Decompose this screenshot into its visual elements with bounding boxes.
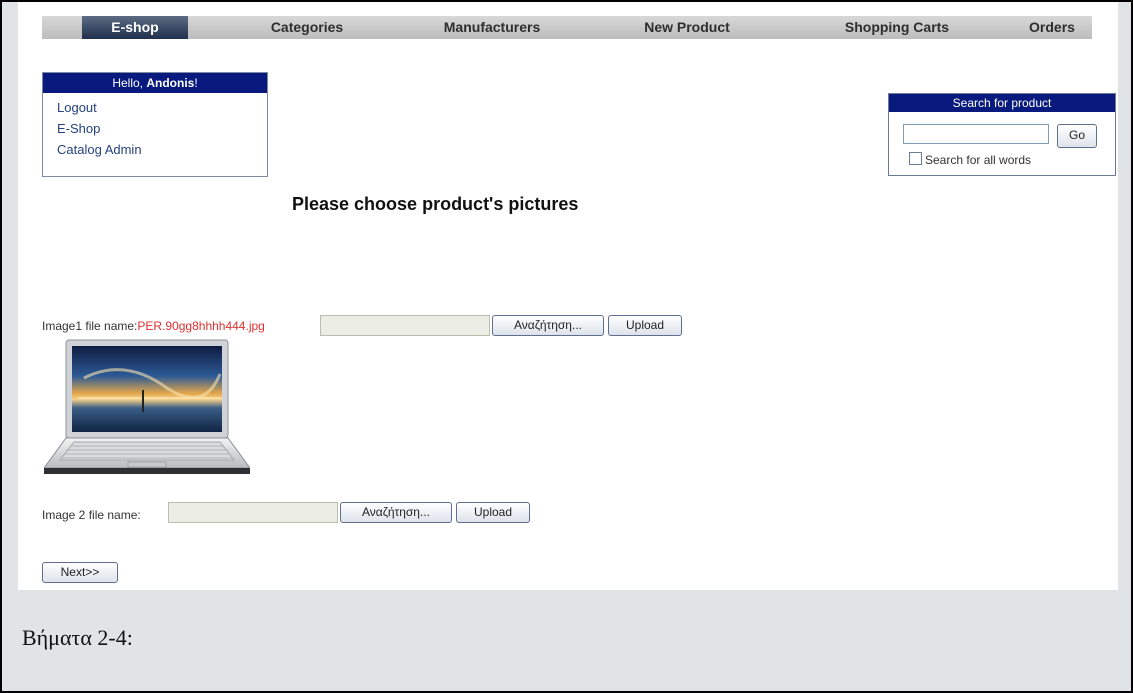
eshop-link[interactable]: E-Shop (57, 118, 267, 139)
search-all-words: Search for all words (909, 152, 1031, 167)
all-words-checkbox[interactable] (909, 152, 922, 165)
image2-file-input[interactable] (168, 502, 338, 523)
nav-item-categories[interactable]: Categories (252, 16, 362, 39)
user-greeting: Hello, Andonis! (43, 73, 267, 93)
page-title: Please choose product's pictures (292, 194, 579, 214)
image1-filename: PER.90gg8hhhh444.jpg (137, 319, 265, 333)
nav-item-new-product[interactable]: New Product (622, 16, 752, 39)
search-title: Search for product (889, 94, 1115, 112)
nav-item-manufacturers[interactable]: Manufacturers (417, 16, 567, 39)
next-button[interactable]: Next>> (42, 562, 118, 583)
nav-item-eshop[interactable]: E-shop (82, 16, 188, 39)
greeting-prefix: Hello, (112, 76, 147, 90)
search-input[interactable] (903, 124, 1049, 144)
nav-item-shopping-carts[interactable]: Shopping Carts (822, 16, 972, 39)
document-frame: E-shop Categories Manufacturers New Prod… (0, 0, 1133, 693)
image1-file-input[interactable] (320, 315, 490, 336)
top-navigation: E-shop Categories Manufacturers New Prod… (42, 16, 1092, 39)
image1-browse-button[interactable]: Αναζήτηση... (492, 315, 604, 336)
image1-upload-button[interactable]: Upload (608, 315, 682, 336)
image1-row: Image1 file name:PER.90gg8hhhh444.jpg (42, 319, 265, 333)
greeting-suffix: ! (194, 76, 198, 90)
image2-upload-button[interactable]: Upload (456, 502, 530, 523)
user-box: Hello, Andonis! Logout E-Shop Catalog Ad… (42, 72, 268, 177)
screenshot-area: E-shop Categories Manufacturers New Prod… (18, 2, 1118, 590)
logout-link[interactable]: Logout (57, 97, 267, 118)
image2-label: Image 2 file name: (42, 508, 141, 522)
user-name: Andonis (146, 76, 195, 90)
nav-item-orders[interactable]: Orders (1017, 16, 1087, 39)
user-links: Logout E-Shop Catalog Admin (43, 93, 267, 160)
image1-label: Image1 file name: (42, 319, 138, 333)
document-caption: Βήματα 2-4: (22, 625, 133, 650)
image2-browse-button[interactable]: Αναζήτηση... (340, 502, 452, 523)
laptop-product-image (44, 339, 250, 474)
all-words-label: Search for all words (925, 153, 1032, 167)
catalog-admin-link[interactable]: Catalog Admin (57, 139, 267, 160)
search-box: Search for product Go Search for all wor… (888, 93, 1116, 176)
go-button[interactable]: Go (1057, 124, 1097, 148)
